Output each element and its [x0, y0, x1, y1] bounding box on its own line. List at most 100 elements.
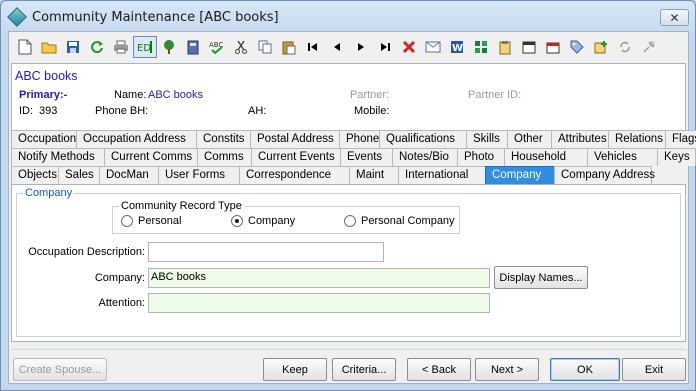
print-icon[interactable] — [109, 36, 133, 58]
calendar-icon[interactable] — [517, 36, 541, 58]
radio-personal[interactable]: Personal — [121, 215, 181, 227]
ok-button[interactable]: OK — [550, 358, 620, 381]
tab-other[interactable]: Other — [507, 130, 552, 148]
paste-icon[interactable] — [277, 36, 301, 58]
tab-events[interactable]: Events — [340, 148, 393, 166]
id-label: ID: — [19, 105, 34, 117]
company-label: Company: — [94, 272, 145, 284]
calculator-icon[interactable] — [181, 36, 205, 58]
tab-qualifications[interactable]: Qualifications — [379, 130, 467, 148]
tab-company[interactable]: Company — [485, 166, 555, 184]
radio-personal-company[interactable]: Personal Company — [344, 215, 455, 227]
ah-label: AH: — [248, 105, 267, 117]
tab-relations[interactable]: Relations — [608, 130, 666, 148]
delete-icon[interactable] — [397, 36, 421, 58]
svg-text:ED: ED — [137, 43, 151, 54]
company-groupbox: Company Community Record Type Personal C… — [16, 187, 681, 337]
tab-photo[interactable]: Photo — [457, 148, 505, 166]
bottom-separator — [11, 349, 686, 350]
attention-label: Attention: — [98, 297, 145, 309]
copy-icon[interactable] — [253, 36, 277, 58]
tab-maint[interactable]: Maint — [349, 166, 399, 184]
excel-icon[interactable] — [469, 36, 493, 58]
app-icon — [7, 7, 27, 27]
tools-icon[interactable] — [637, 36, 661, 58]
occupation-description-label: Occupation Description: — [28, 246, 145, 258]
tab-current-events[interactable]: Current Events — [251, 148, 341, 166]
svg-text:W: W — [452, 43, 463, 54]
tab-occupation-address[interactable]: Occupation Address — [76, 130, 197, 148]
new-document-icon[interactable] — [13, 36, 37, 58]
display-names-button[interactable]: Display Names... — [494, 266, 588, 289]
tab-household[interactable]: Household — [504, 148, 588, 166]
company-group-label: Company — [23, 187, 75, 199]
email-icon[interactable] — [421, 36, 445, 58]
toolbar: ED ABC W — [9, 32, 688, 62]
last-record-icon[interactable] — [373, 36, 397, 58]
tab-comms[interactable]: Comms — [197, 148, 252, 166]
tab-attributes[interactable]: Attributes — [551, 130, 609, 148]
tab-skills[interactable]: Skills — [466, 130, 508, 148]
tab-postal-address[interactable]: Postal Address — [250, 130, 340, 148]
tab-objects[interactable]: Objects — [11, 166, 59, 184]
client-area: ED ABC W ABC books Primary:- Name: ABC b… — [8, 31, 696, 384]
keep-button[interactable]: Keep — [263, 358, 327, 381]
primary-label: Primary:- — [19, 89, 68, 101]
previous-record-icon[interactable] — [325, 36, 349, 58]
radio-personal-label: Personal — [138, 215, 182, 227]
tab-notify-methods[interactable]: Notify Methods — [11, 148, 105, 166]
report-icon[interactable] — [541, 36, 565, 58]
record-type-groupbox: Community Record Type Personal Company P… — [112, 200, 460, 234]
community-maintenance-window: Community Maintenance [ABC books] ✕ ED A… — [0, 0, 696, 391]
tab-user-forms[interactable]: User Forms — [158, 166, 240, 184]
tab-flags[interactable]: Flags — [665, 130, 696, 148]
occupation-description-input[interactable] — [148, 242, 384, 262]
refresh-icon[interactable] — [85, 36, 109, 58]
next-button[interactable]: Next > — [475, 358, 539, 381]
clipboard-icon[interactable] — [493, 36, 517, 58]
name-label: Name: — [114, 89, 147, 101]
tab-correspondence[interactable]: Correspondence — [239, 166, 350, 184]
back-button[interactable]: < Back — [407, 358, 471, 381]
company-input[interactable]: ABC books — [148, 268, 490, 288]
tree-icon[interactable] — [157, 36, 181, 58]
close-button[interactable]: ✕ — [660, 9, 689, 26]
cut-icon[interactable] — [229, 36, 253, 58]
create-spouse-button[interactable]: Create Spouse... — [13, 358, 107, 381]
edit-icon[interactable]: ED — [133, 36, 157, 58]
tab-current-comms[interactable]: Current Comms — [104, 148, 198, 166]
title-bar[interactable]: Community Maintenance [ABC books] ✕ — [1, 1, 695, 31]
spellcheck-icon[interactable]: ABC — [205, 36, 229, 58]
tab-notes-bio[interactable]: Notes/Bio — [392, 148, 458, 166]
company-tab-panel: Company Community Record Type Personal C… — [11, 184, 686, 342]
window-title: Community Maintenance [ABC books] — [32, 10, 279, 25]
record-type-label: Community Record Type — [119, 200, 244, 212]
sync-icon[interactable] — [613, 36, 637, 58]
next-record-icon[interactable] — [349, 36, 373, 58]
tab-docman[interactable]: DocMan — [99, 166, 159, 184]
tab-vehicles[interactable]: Vehicles — [587, 148, 658, 166]
tab-keys[interactable]: Keys — [657, 148, 696, 166]
tab-sales[interactable]: Sales — [58, 166, 100, 184]
criteria-button[interactable]: Criteria... — [332, 358, 396, 381]
exit-button[interactable]: Exit — [622, 358, 686, 381]
partner-id-label: Partner ID: — [468, 89, 522, 101]
attention-input[interactable] — [148, 293, 490, 313]
mobile-label: Mobile: — [354, 105, 390, 117]
first-record-icon[interactable] — [301, 36, 325, 58]
word-icon[interactable]: W — [445, 36, 469, 58]
tab-occupation[interactable]: Occupation — [11, 130, 77, 148]
tab-international[interactable]: International — [398, 166, 486, 184]
tab-constits[interactable]: Constits — [196, 130, 251, 148]
tab-company-address[interactable]: Company Address — [554, 166, 655, 184]
add-note-icon[interactable] — [589, 36, 613, 58]
radio-company[interactable]: Company — [231, 215, 295, 227]
tab-phone[interactable]: Phone — [339, 130, 380, 148]
save-icon[interactable] — [61, 36, 85, 58]
open-folder-icon[interactable] — [37, 36, 61, 58]
radio-personal-company-label: Personal Company — [361, 215, 455, 227]
radio-personal-company-indicator — [344, 215, 356, 227]
partner-label: Partner: — [350, 89, 390, 101]
tag-icon[interactable] — [565, 36, 589, 58]
close-icon: ✕ — [669, 10, 680, 25]
